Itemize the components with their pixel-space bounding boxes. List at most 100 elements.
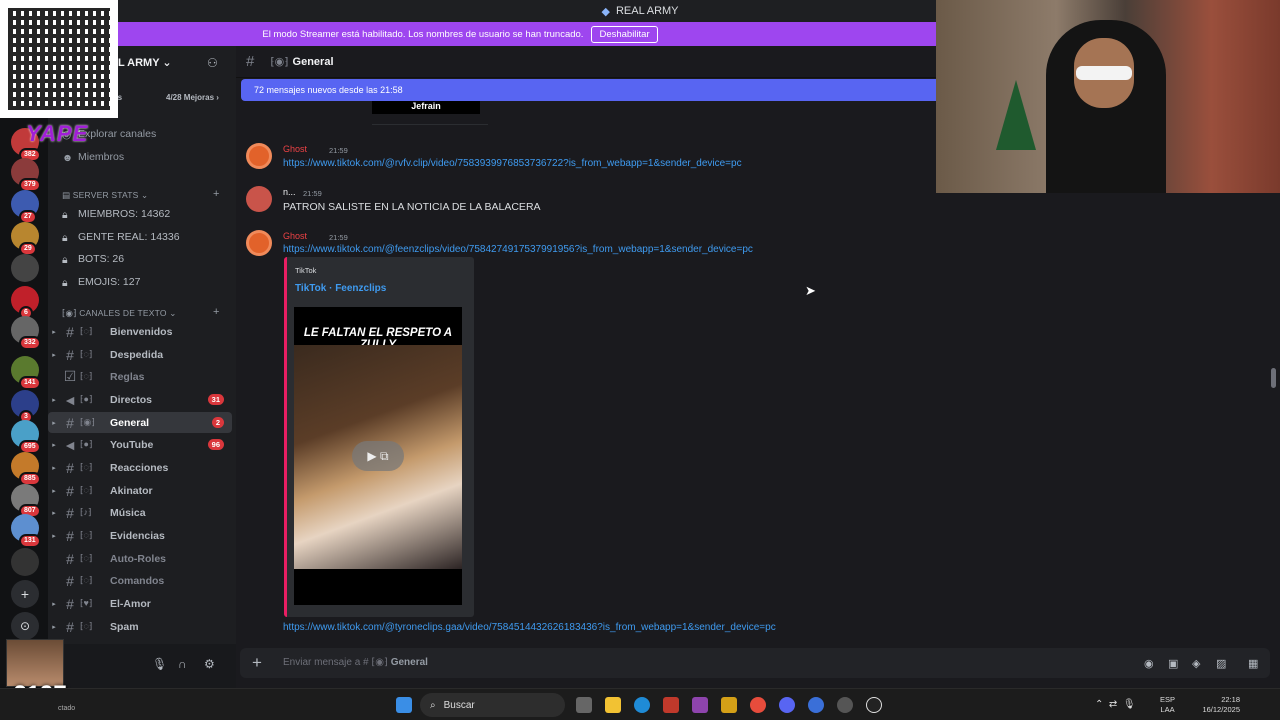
timestamp: 21:59 — [329, 233, 348, 242]
channel-reglas[interactable]: ☑ ⁅◌⁆ Reglas — [48, 366, 232, 387]
discord-icon[interactable] — [779, 697, 795, 713]
server-icon[interactable]: 141 — [11, 356, 41, 390]
stat-item[interactable]: 🔒︎ GENTE REAL: 14336 — [62, 231, 180, 244]
channel-emoji-icon: ⁅◉⁆ — [270, 56, 289, 68]
channel-reacciones[interactable]: ▸ # ⁅◌⁆ Reacciones — [48, 457, 232, 478]
avatar[interactable] — [246, 143, 272, 169]
channel-comandos[interactable]: # ⁅◌⁆ Comandos — [48, 570, 232, 591]
server-name[interactable]: L ARMY ⌄ — [118, 56, 172, 69]
server-icon[interactable] — [11, 548, 39, 576]
server-icon[interactable]: 885 — [11, 452, 41, 486]
server-badge: 332 — [19, 336, 41, 350]
username[interactable]: n... — [283, 187, 296, 197]
username[interactable]: Ghost — [283, 231, 307, 241]
channel-auto-roles[interactable]: # ⁅◌⁆ Auto-Roles — [48, 548, 232, 569]
members-link[interactable]: ☻ Miembros — [62, 151, 124, 164]
embed-video[interactable]: LE FALTAN EL RESPETO A ZULLY ▶ ⧉ — [294, 307, 462, 605]
channel-general[interactable]: ▸ # ⁅◉⁆ General 2 — [48, 412, 232, 433]
file-explorer-icon[interactable] — [605, 697, 621, 713]
app-icon[interactable] — [808, 697, 824, 713]
stats-category[interactable]: ▤ SERVER STATS ⌄ — [62, 190, 148, 201]
invite-icon[interactable]: ⚇ — [207, 56, 218, 70]
text-channels-category[interactable]: ⁅◉⁆ CANALES DE TEXTO ⌄ — [62, 308, 177, 319]
channel-directos[interactable]: ▸ ◄ ⁅●⁆ Directos 31 — [48, 389, 232, 410]
channel-el-amor[interactable]: ▸ # ⁅♥⁆ El-Amor — [48, 593, 232, 614]
channel-spam[interactable]: ▸ # ⁅◌⁆ Spam — [48, 616, 232, 637]
message-text: PATRON SALISTE EN LA NOTICIA DE LA BALAC… — [283, 201, 541, 213]
stat-item[interactable]: 🔒︎ MIEMBROS: 14362 — [62, 208, 170, 221]
add-channel-icon[interactable]: + — [213, 188, 219, 200]
avatar[interactable] — [246, 230, 272, 256]
stat-label: BOTS: 26 — [78, 253, 125, 265]
headphones-icon[interactable]: ∩ — [178, 657, 187, 671]
message-link[interactable]: https://www.tiktok.com/@rvfv.clip/video/… — [283, 158, 742, 169]
language-indicator[interactable]: ESP LAA — [1160, 695, 1175, 715]
new-messages-bar[interactable]: 72 mensajes nuevos desde las 21:58 — [241, 79, 936, 101]
server-icon[interactable]: 807 — [11, 484, 41, 518]
taskbar: ctado ⌕ Buscar ⌃ ⇄ 🎙︎ ESP LAA 22:18 16/12/2… — [0, 688, 1280, 720]
task-view-icon[interactable] — [576, 697, 592, 713]
channel-youtube[interactable]: ▸ ◄ ⁅●⁆ YouTube 96 — [48, 434, 232, 455]
gif-icon[interactable]: ▣ — [1168, 657, 1178, 670]
system-tray-icons[interactable]: ⌃ ⇄ 🎙︎ — [1095, 699, 1136, 710]
microphone-icon[interactable]: 🎙︎ — [152, 657, 167, 671]
windows-start-icon[interactable] — [396, 697, 412, 713]
search-icon: ⌕ — [430, 699, 436, 711]
server-badge: 131 — [19, 534, 41, 548]
christmas-tree — [996, 80, 1036, 150]
server-icon[interactable] — [11, 254, 39, 282]
sticker-icon[interactable]: ◈ — [1192, 657, 1200, 670]
message-link[interactable]: https://www.tiktok.com/@feenzclips/video… — [283, 244, 753, 255]
embed-title[interactable]: TikTok · Feenzclips — [295, 283, 386, 294]
server-icon[interactable]: 29 — [11, 222, 39, 256]
server-icon[interactable]: 27 — [11, 190, 39, 224]
apps-icon[interactable]: ▦ — [1248, 657, 1258, 670]
edge-icon[interactable] — [634, 697, 650, 713]
app-icon[interactable] — [837, 697, 853, 713]
channel-evidencias[interactable]: ▸ # ⁅◌⁆ Evidencias — [48, 525, 232, 546]
server-icon[interactable]: 379 — [11, 158, 41, 192]
message-link[interactable]: https://www.tiktok.com/@tyroneclips.gaa/… — [283, 622, 776, 633]
media-play-icon[interactable] — [866, 697, 882, 713]
chrome-icon[interactable] — [750, 697, 766, 713]
stat-item[interactable]: 🔒︎ BOTS: 26 — [62, 253, 125, 266]
reaction-image — [6, 639, 64, 687]
gift-boost-icon[interactable]: ◉ — [1144, 657, 1154, 670]
channel-musica[interactable]: ▸ # ⁅♪⁆ Música — [48, 502, 232, 523]
username[interactable]: Ghost — [283, 144, 307, 154]
add-server-icon[interactable]: + — [11, 580, 39, 608]
server-icon[interactable]: 3 — [11, 390, 39, 424]
copilot-icon[interactable] — [692, 697, 708, 713]
clock[interactable]: 22:18 16/12/2025 — [1200, 695, 1240, 715]
image-icon[interactable]: ▨ — [1216, 657, 1226, 670]
stat-item[interactable]: 🔒︎ EMOJIS: 127 — [62, 276, 141, 289]
chat-scrollbar[interactable] — [1271, 368, 1276, 388]
server-icon[interactable]: 6 — [11, 286, 39, 320]
discover-icon[interactable]: ⊙ — [11, 612, 39, 640]
disable-streamer-button[interactable]: Deshabilitar — [591, 25, 658, 43]
attach-plus-icon[interactable]: + — [252, 653, 262, 673]
lock-icon: 🔒︎ — [62, 254, 68, 266]
taskbar-search[interactable]: ⌕ Buscar — [420, 693, 565, 717]
app-icon[interactable] — [721, 697, 737, 713]
server-icon[interactable]: 131 — [11, 514, 41, 548]
window-title: REAL ARMY — [615, 5, 679, 17]
stat-label: EMOJIS: 127 — [78, 276, 141, 288]
embed-provider: TikTok — [295, 266, 317, 275]
gear-icon[interactable]: ⚙ — [204, 657, 215, 671]
channel-akinator[interactable]: ▸ # ⁅◌⁆ Akinator — [48, 480, 232, 501]
avatar[interactable] — [246, 186, 272, 212]
message-composer[interactable]: + Enviar mensaje a # ⁅◉⁆ General ◉ ▣ ◈ ▨… — [240, 648, 1270, 678]
unread-badge: 31 — [207, 394, 224, 405]
channel-bienvenidos[interactable]: ▸ # ⁅◌⁆ Bienvenidos — [48, 321, 232, 342]
channel-despedida[interactable]: ▸ # ⁅◌⁆ Despedida — [48, 344, 232, 365]
server-icon[interactable]: 695 — [11, 420, 41, 454]
timestamp: 21:59 — [329, 146, 348, 155]
server-badge: 141 — [19, 376, 41, 390]
play-icon[interactable]: ▶ ⧉ — [352, 441, 404, 471]
app-icon[interactable] — [663, 697, 679, 713]
qr-code — [0, 0, 118, 118]
add-channel-icon[interactable]: + — [213, 306, 219, 318]
boost-count[interactable]: 4/28 Mejoras › — [166, 93, 219, 102]
server-icon[interactable]: 332 — [11, 316, 41, 350]
